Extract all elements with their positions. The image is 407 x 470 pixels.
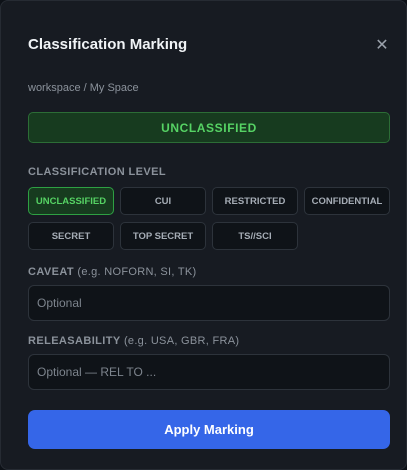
caveat-hint: (e.g. NOFORN, SI, TK) bbox=[74, 266, 197, 278]
apply-marking-button[interactable]: Apply Marking bbox=[28, 410, 390, 449]
caveat-label: CAVEAT (e.g. NOFORN, SI, TK) bbox=[28, 266, 197, 278]
releasability-label-text: RELEASABILITY bbox=[28, 335, 121, 347]
releasability-hint: (e.g. USA, GBR, FRA) bbox=[120, 335, 240, 347]
level-option-secret[interactable]: SECRET bbox=[28, 222, 114, 250]
caveat-input[interactable] bbox=[28, 285, 390, 321]
level-option-cui[interactable]: CUI bbox=[120, 187, 206, 215]
releasability-label: RELEASABILITY (e.g. USA, GBR, FRA) bbox=[28, 335, 239, 347]
close-icon: ✕ bbox=[375, 37, 389, 54]
close-button[interactable]: ✕ bbox=[373, 36, 391, 54]
level-option-restricted[interactable]: RESTRICTED bbox=[212, 187, 298, 215]
level-option-top-secret[interactable]: TOP SECRET bbox=[120, 222, 206, 250]
classification-banner: UNCLASSIFIED bbox=[28, 112, 390, 143]
dialog-title: Classification Marking bbox=[28, 36, 188, 53]
level-option-ts-sci[interactable]: TS//SCI bbox=[212, 222, 298, 250]
breadcrumb: workspace / My Space bbox=[28, 82, 139, 94]
releasability-input[interactable] bbox=[28, 354, 390, 390]
classification-level-label: CLASSIFICATION LEVEL bbox=[28, 166, 166, 178]
classification-marking-dialog: Classification Marking ✕ workspace / My … bbox=[0, 0, 407, 470]
level-option-confidential[interactable]: CONFIDENTIAL bbox=[304, 187, 390, 215]
caveat-label-text: CAVEAT bbox=[28, 266, 74, 278]
level-option-unclassified[interactable]: UNCLASSIFIED bbox=[28, 187, 114, 215]
